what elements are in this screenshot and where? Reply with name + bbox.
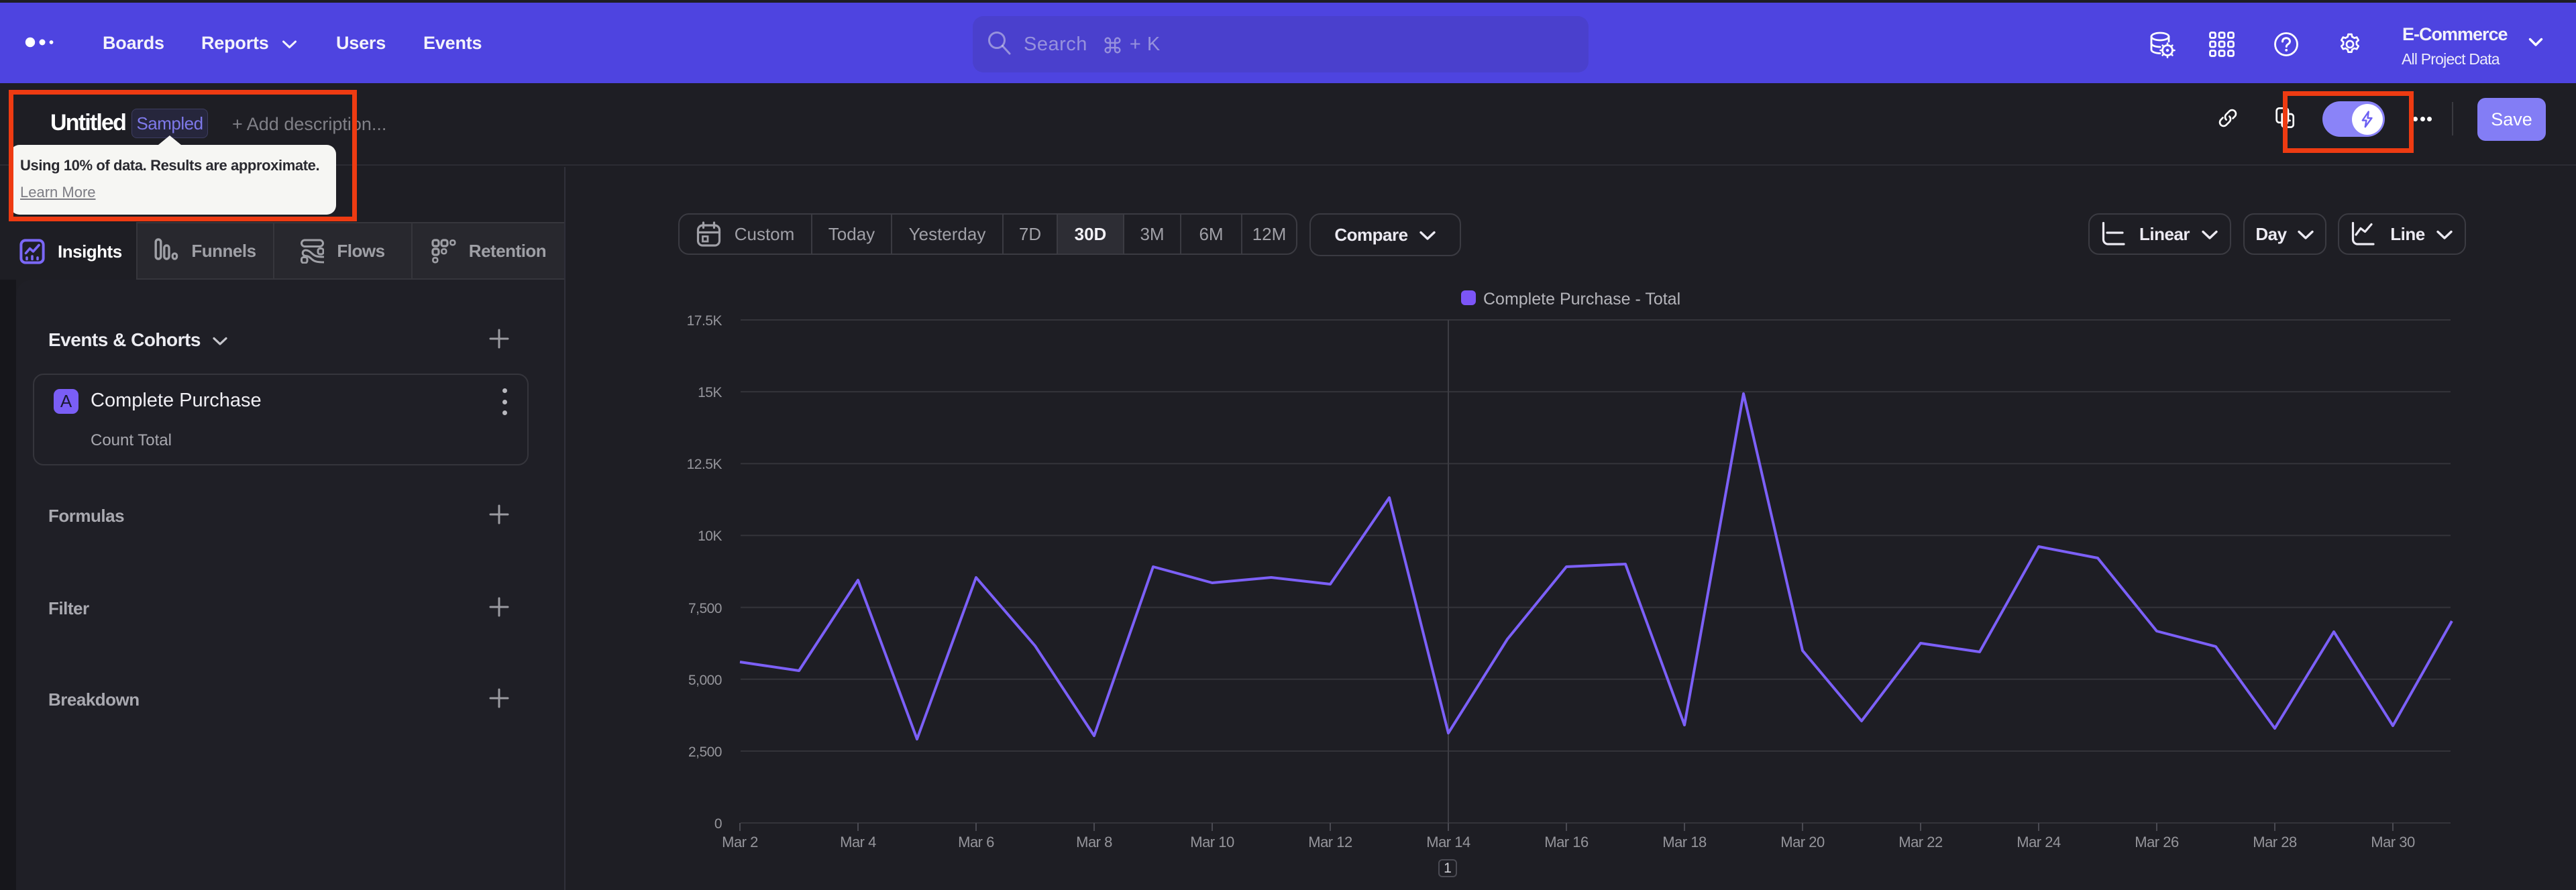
svg-text:2,500: 2,500 — [688, 744, 722, 760]
svg-text:Mar 2: Mar 2 — [722, 834, 758, 850]
svg-text:0: 0 — [714, 816, 722, 832]
svg-text:Mar 12: Mar 12 — [1308, 834, 1352, 850]
svg-text:Mar 20: Mar 20 — [1780, 834, 1825, 850]
svg-text:17.5K: 17.5K — [687, 313, 722, 329]
svg-text:10K: 10K — [698, 529, 722, 544]
svg-text:Mar 10: Mar 10 — [1190, 834, 1234, 850]
svg-text:Mar 6: Mar 6 — [958, 834, 994, 850]
svg-text:Mar 22: Mar 22 — [1898, 834, 1943, 850]
svg-text:Mar 8: Mar 8 — [1076, 834, 1112, 850]
svg-text:Mar 18: Mar 18 — [1662, 834, 1707, 850]
svg-text:Mar 14: Mar 14 — [1426, 834, 1470, 850]
svg-text:Mar 24: Mar 24 — [2017, 834, 2061, 850]
svg-text:Mar 30: Mar 30 — [2371, 834, 2415, 850]
svg-text:Mar 4: Mar 4 — [840, 834, 876, 850]
svg-text:Mar 26: Mar 26 — [2135, 834, 2179, 850]
svg-text:12.5K: 12.5K — [687, 457, 722, 472]
svg-text:7,500: 7,500 — [688, 601, 722, 616]
svg-text:5,000: 5,000 — [688, 673, 722, 688]
svg-text:Mar 28: Mar 28 — [2253, 834, 2297, 850]
svg-text:15K: 15K — [698, 385, 722, 400]
svg-text:Mar 16: Mar 16 — [1544, 834, 1589, 850]
